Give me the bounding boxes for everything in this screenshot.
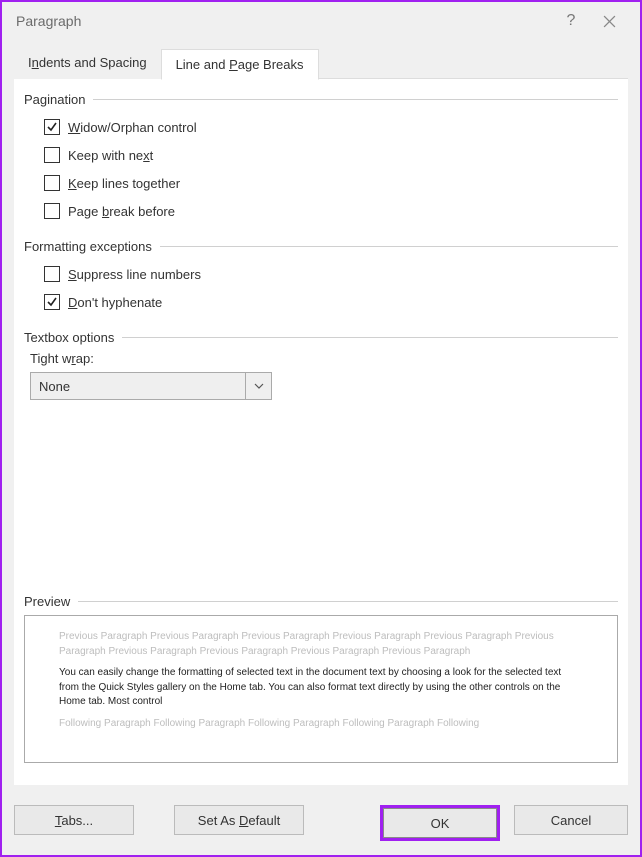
set-as-default-button[interactable]: Set As Default: [174, 805, 304, 835]
page-break-before-label: Page break before: [68, 204, 175, 219]
dialog-title: Paragraph: [16, 13, 552, 29]
textbox-options-title: Textbox options: [24, 330, 114, 345]
widow-orphan-checkbox[interactable]: Widow/Orphan control: [44, 113, 618, 141]
title-bar: Paragraph ?: [2, 2, 640, 40]
tight-wrap-combo[interactable]: None: [30, 372, 272, 400]
ok-button-highlight: OK: [380, 805, 500, 841]
tight-wrap-label: Tight wrap:: [30, 351, 618, 366]
chevron-down-icon: [245, 373, 271, 399]
dont-hyphenate-checkbox[interactable]: Don't hyphenate: [44, 288, 618, 316]
ok-button[interactable]: OK: [383, 808, 497, 838]
close-icon[interactable]: [590, 2, 628, 40]
checkbox-icon: [44, 203, 60, 219]
preview-sample-text: You can easily change the formatting of …: [59, 666, 583, 710]
cancel-button[interactable]: Cancel: [514, 805, 628, 835]
checkbox-icon: [44, 266, 60, 282]
paragraph-dialog: Paragraph ? Indents and Spacing Line and…: [0, 0, 642, 857]
suppress-line-numbers-label: Suppress line numbers: [68, 267, 201, 282]
formatting-exceptions-group: Formatting exceptions Suppress line numb…: [24, 239, 618, 316]
keep-with-next-checkbox[interactable]: Keep with next: [44, 141, 618, 169]
button-row: Tabs... Set As Default OK Cancel: [2, 795, 640, 855]
preview-following-text: Following Paragraph Following Paragraph …: [59, 717, 583, 732]
checkbox-icon: [44, 175, 60, 191]
dont-hyphenate-label: Don't hyphenate: [68, 295, 162, 310]
help-icon[interactable]: ?: [552, 2, 590, 40]
tight-wrap-value: None: [31, 379, 245, 394]
keep-lines-together-checkbox[interactable]: Keep lines together: [44, 169, 618, 197]
preview-group: Preview Previous Paragraph Previous Para…: [24, 594, 618, 763]
keep-with-next-label: Keep with next: [68, 148, 153, 163]
widow-orphan-label: Widow/Orphan control: [68, 120, 197, 135]
panel-body: Pagination Widow/Orphan control Keep wit…: [14, 80, 628, 785]
pagination-title: Pagination: [24, 92, 85, 107]
tab-line-page-breaks[interactable]: Line and Page Breaks: [161, 49, 319, 80]
tab-strip: Indents and Spacing Line and Page Breaks: [14, 48, 628, 80]
dialog-content: Indents and Spacing Line and Page Breaks…: [14, 48, 628, 785]
keep-lines-together-label: Keep lines together: [68, 176, 180, 191]
formatting-title: Formatting exceptions: [24, 239, 152, 254]
checkbox-icon: [44, 119, 60, 135]
pagination-group: Pagination Widow/Orphan control Keep wit…: [24, 92, 618, 225]
suppress-line-numbers-checkbox[interactable]: Suppress line numbers: [44, 260, 618, 288]
preview-box: Previous Paragraph Previous Paragraph Pr…: [24, 615, 618, 763]
preview-title: Preview: [24, 594, 70, 609]
checkbox-icon: [44, 147, 60, 163]
tab-indents-spacing[interactable]: Indents and Spacing: [14, 48, 161, 79]
page-break-before-checkbox[interactable]: Page break before: [44, 197, 618, 225]
preview-previous-text: Previous Paragraph Previous Paragraph Pr…: [59, 630, 583, 659]
tabs-button[interactable]: Tabs...: [14, 805, 134, 835]
checkbox-icon: [44, 294, 60, 310]
textbox-options-group: Textbox options Tight wrap: None: [24, 330, 618, 400]
